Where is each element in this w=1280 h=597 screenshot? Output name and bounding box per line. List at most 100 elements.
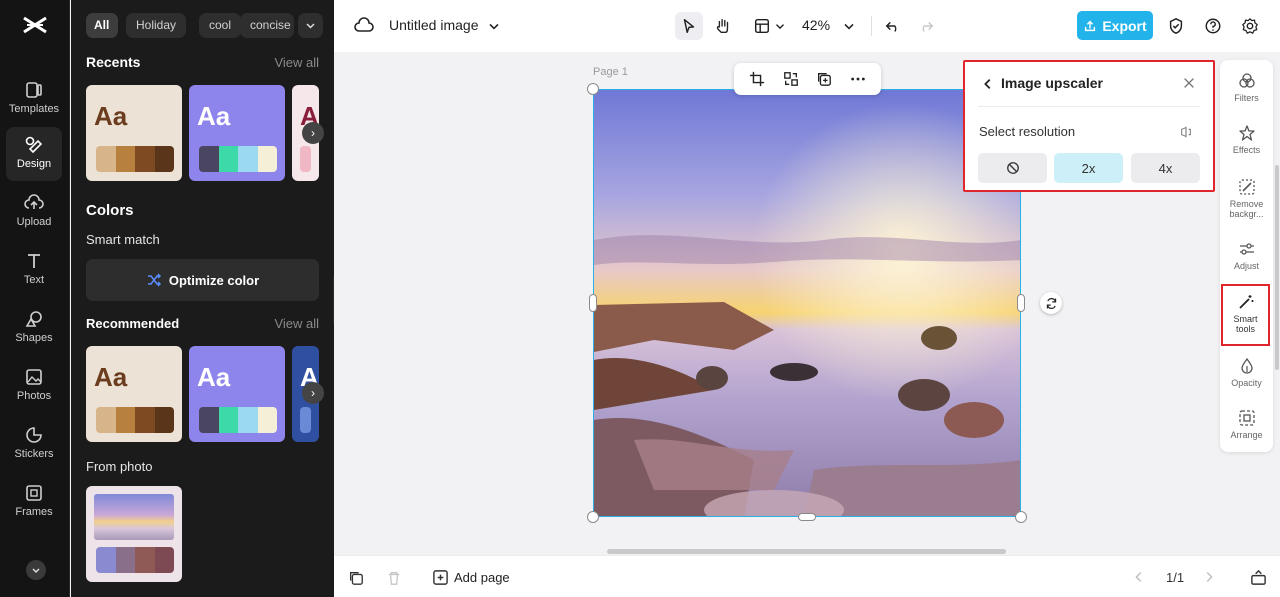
next-page-icon[interactable] bbox=[1202, 570, 1216, 584]
rail-collapse-button[interactable] bbox=[26, 560, 46, 580]
chips-more-button[interactable] bbox=[298, 13, 323, 38]
shuffle-icon bbox=[147, 273, 161, 287]
resize-handle-top-left[interactable] bbox=[587, 83, 599, 95]
rail-item-text[interactable]: Text bbox=[6, 243, 62, 297]
duplicate-icon[interactable] bbox=[816, 71, 832, 87]
rail-label-design: Design bbox=[16, 158, 52, 170]
right-panel-scrollbar[interactable] bbox=[1275, 165, 1279, 370]
redo-icon[interactable] bbox=[912, 12, 940, 40]
replace-image-icon[interactable] bbox=[783, 71, 799, 87]
tool-label-smart-tools: Smart tools bbox=[1233, 314, 1258, 334]
rail-label-stickers: Stickers bbox=[14, 448, 54, 460]
text-icon bbox=[28, 254, 40, 268]
tool-label-opacity: Opacity bbox=[1231, 378, 1262, 388]
magic-wand-icon bbox=[1238, 295, 1253, 309]
back-chevron-icon[interactable] bbox=[981, 76, 995, 92]
toolbar-divider bbox=[871, 16, 872, 36]
chip-concise[interactable]: concise bbox=[240, 13, 294, 38]
crop-icon[interactable] bbox=[749, 71, 765, 87]
chip-cool[interactable]: cool bbox=[199, 13, 242, 38]
tool-effects[interactable]: Effects bbox=[1222, 124, 1271, 155]
pages-panel-icon[interactable] bbox=[1250, 569, 1267, 586]
gear-icon[interactable] bbox=[1236, 12, 1264, 40]
design-icon bbox=[25, 136, 43, 154]
capcut-logo-icon[interactable] bbox=[22, 14, 48, 36]
rail-label-templates: Templates bbox=[8, 103, 60, 115]
palette-swatches bbox=[96, 547, 174, 573]
image-quick-toolbar bbox=[734, 63, 881, 95]
optimize-color-button[interactable]: Optimize color bbox=[86, 259, 319, 301]
tool-opacity[interactable]: Opacity bbox=[1222, 357, 1271, 388]
rail-item-templates[interactable]: Templates bbox=[6, 72, 62, 126]
add-page-button[interactable]: Add page bbox=[454, 570, 510, 585]
from-photo-palette-card[interactable] bbox=[86, 486, 182, 582]
frames-icon bbox=[26, 485, 42, 501]
more-options-icon[interactable] bbox=[850, 71, 866, 87]
rail-item-shapes[interactable]: Shapes bbox=[6, 301, 62, 355]
resize-handle-bottom[interactable] bbox=[798, 513, 816, 521]
design-panel: All Holiday cool concise Recents View al… bbox=[71, 0, 334, 597]
rail-item-photos[interactable]: Photos bbox=[6, 359, 62, 413]
recommended-view-all-link[interactable]: View all bbox=[274, 316, 319, 331]
tool-arrange[interactable]: Arrange bbox=[1222, 409, 1271, 440]
resize-handle-left[interactable] bbox=[589, 294, 597, 312]
add-page-icon[interactable] bbox=[432, 569, 449, 586]
page-label: Page 1 bbox=[593, 66, 628, 78]
resolution-2x-button[interactable]: 2x bbox=[1054, 153, 1123, 183]
zoom-level[interactable]: 42% bbox=[802, 17, 830, 33]
canvas-image[interactable] bbox=[593, 89, 1021, 517]
duplicate-page-icon[interactable] bbox=[348, 570, 364, 586]
select-tool-icon[interactable] bbox=[675, 12, 703, 40]
tool-remove-background[interactable]: Remove backgr... bbox=[1222, 178, 1271, 219]
layout-chevron-icon[interactable] bbox=[766, 12, 794, 40]
effects-icon bbox=[1238, 125, 1255, 141]
title-menu-chevron-icon[interactable] bbox=[480, 12, 508, 40]
tool-label-adjust: Adjust bbox=[1233, 261, 1259, 271]
close-icon[interactable] bbox=[1182, 76, 1196, 90]
recommended-title: Recommended bbox=[86, 316, 180, 331]
chevron-down-icon bbox=[306, 23, 315, 29]
smart-match-label: Smart match bbox=[86, 232, 160, 247]
rail-item-stickers[interactable]: Stickers bbox=[6, 417, 62, 471]
recent-palette-card[interactable]: Aa bbox=[86, 85, 182, 181]
hand-tool-icon[interactable] bbox=[709, 12, 737, 40]
recommended-scroll-right-button[interactable]: › bbox=[302, 382, 324, 404]
chip-holiday[interactable]: Holiday bbox=[126, 13, 187, 38]
shield-icon[interactable] bbox=[1162, 12, 1190, 40]
prev-page-icon[interactable] bbox=[1132, 570, 1146, 584]
cloud-sync-icon[interactable] bbox=[350, 12, 378, 40]
zoom-chevron-icon[interactable] bbox=[835, 12, 863, 40]
tool-adjust[interactable]: Adjust bbox=[1222, 240, 1271, 271]
rail-item-frames[interactable]: Frames bbox=[6, 475, 62, 529]
recents-view-all-link[interactable]: View all bbox=[274, 55, 319, 70]
compare-icon[interactable] bbox=[1179, 125, 1193, 139]
palette-swatches bbox=[96, 146, 174, 172]
card-sample-text: Aa bbox=[94, 101, 128, 131]
adjust-icon bbox=[1239, 243, 1254, 255]
undo-icon[interactable] bbox=[879, 12, 907, 40]
rotate-handle-icon[interactable] bbox=[1040, 292, 1062, 314]
tool-filters[interactable]: Filters bbox=[1222, 72, 1271, 103]
resize-handle-right[interactable] bbox=[1017, 294, 1025, 312]
help-icon[interactable] bbox=[1199, 12, 1227, 40]
resolution-none-button[interactable] bbox=[978, 153, 1047, 183]
tool-label-effects: Effects bbox=[1232, 145, 1261, 155]
horizontal-scrollbar[interactable] bbox=[607, 549, 1006, 554]
recommended-palette-card[interactable]: Aa bbox=[189, 346, 285, 442]
export-label: Export bbox=[1102, 17, 1147, 34]
rail-item-design[interactable]: Design bbox=[6, 127, 62, 181]
export-button[interactable]: Export bbox=[1077, 11, 1153, 40]
resolution-4x-button[interactable]: 4x bbox=[1131, 153, 1200, 183]
filters-icon bbox=[1238, 73, 1255, 88]
recommended-palette-card[interactable]: Aa bbox=[86, 346, 182, 442]
colors-title: Colors bbox=[86, 202, 134, 219]
recent-palette-card[interactable]: Aa bbox=[189, 85, 285, 181]
resize-handle-bottom-left[interactable] bbox=[587, 511, 599, 523]
resize-handle-bottom-right[interactable] bbox=[1015, 511, 1027, 523]
recents-scroll-right-button[interactable]: › bbox=[302, 122, 324, 144]
chip-all[interactable]: All bbox=[86, 13, 118, 38]
rail-item-upload[interactable]: Upload bbox=[6, 185, 62, 239]
document-title[interactable]: Untitled image bbox=[389, 17, 479, 33]
chevron-down-icon bbox=[32, 568, 40, 574]
tool-smart-tools[interactable]: Smart tools bbox=[1221, 284, 1270, 346]
